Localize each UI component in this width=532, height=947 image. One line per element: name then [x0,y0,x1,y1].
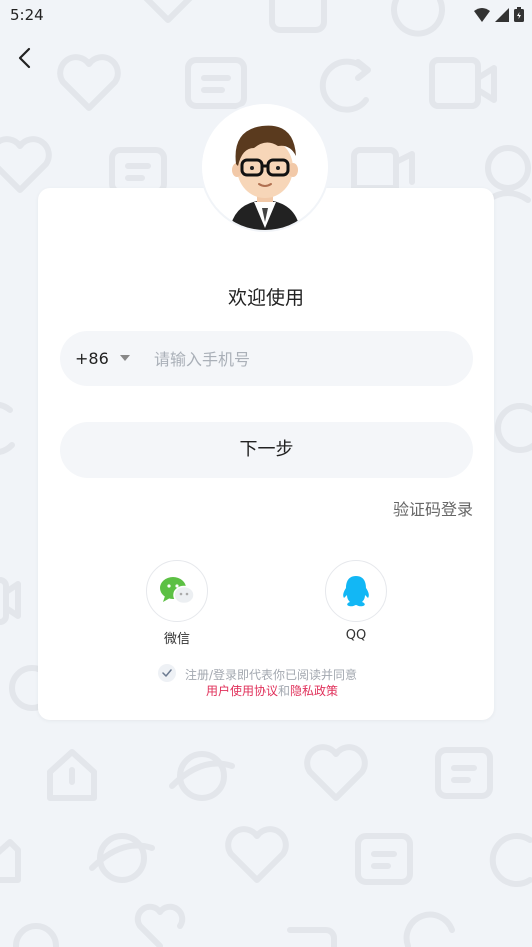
refresh-icon [403,911,455,947]
chat-bubble-icon [109,147,167,195]
next-button[interactable]: 下一步 [60,422,473,478]
qq-label: QQ [345,628,367,643]
heart-icon [57,54,121,111]
status-icons [474,7,524,22]
heart-icon [134,903,186,947]
refresh-icon [0,402,15,455]
agreement-checkbox[interactable] [158,664,176,682]
refresh-icon [489,833,532,887]
privacy-policy-link[interactable]: 隐私政策 [290,684,338,698]
avatar-illustration [202,104,328,230]
wechat-icon [160,577,195,605]
house-icon [47,749,97,801]
welcome-title: 欢迎使用 [227,287,304,309]
heart-icon [304,744,368,801]
chat-bubble-icon [287,927,337,947]
status-time: 5:24 [10,6,44,24]
house-icon [0,839,21,883]
battery-icon [514,7,524,22]
avatar [202,104,328,230]
wifi-icon [474,7,490,22]
chat-bubble-icon [355,833,413,885]
agreement-links: 用户使用协议和隐私政策 [206,682,338,699]
check-icon [162,669,172,677]
heart-icon [0,136,52,193]
planet-icon [495,403,532,453]
wechat-login-circle[interactable] [146,560,208,622]
planet-icon [89,833,155,883]
wechat-login-button[interactable]: 微信 [146,560,208,647]
chevron-left-icon [18,47,31,69]
planet-icon [169,751,235,801]
video-camera-icon [0,577,21,625]
agreement-and: 和 [278,684,291,698]
chat-bubble-icon [185,57,247,109]
status-bar: 5:24 [0,0,532,30]
user-icon [485,145,531,203]
qq-login-circle[interactable] [325,560,387,622]
phone-input-row: +86 [60,331,473,386]
wechat-label: 微信 [163,632,190,647]
agreement-text: 注册/登录即代表你已阅读并同意 [185,668,358,682]
heart-icon [225,826,289,883]
chat-bubble-icon [435,747,493,799]
sms-login-link[interactable]: 验证码登录 [393,496,473,520]
country-code[interactable]: +86 [75,349,109,368]
back-button[interactable] [12,44,40,72]
video-camera-icon [351,147,415,191]
caret-down-icon[interactable] [120,355,130,361]
qq-login-button[interactable]: QQ [325,560,387,643]
qq-icon [343,576,369,607]
phone-input[interactable] [152,339,456,379]
video-camera-icon [429,57,497,109]
signal-icon [495,7,509,22]
user-agreement-link[interactable]: 用户使用协议 [206,684,278,698]
planet-icon [13,923,59,947]
refresh-icon [319,58,371,113]
